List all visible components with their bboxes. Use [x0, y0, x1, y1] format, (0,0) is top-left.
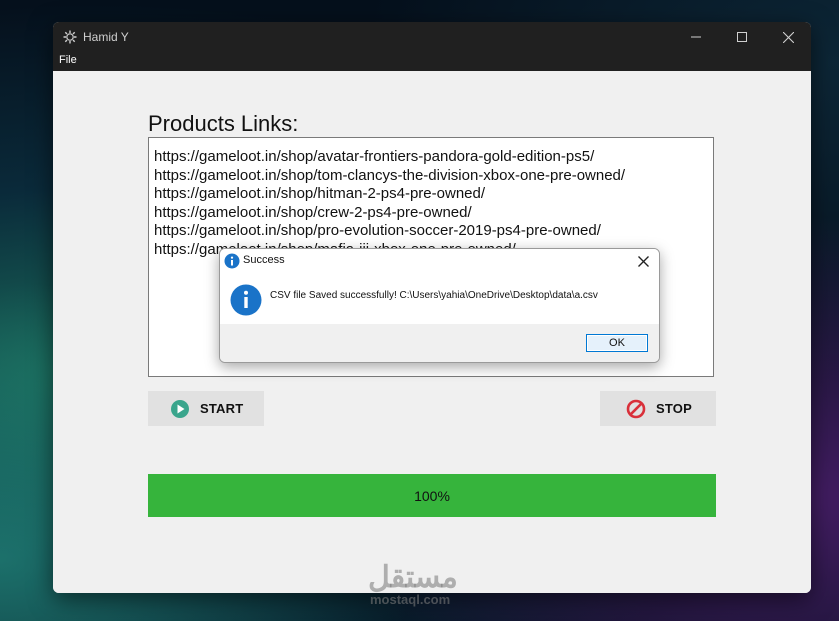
link-line: https://gameloot.in/shop/crew-2-ps4-pre-…	[154, 203, 472, 221]
link-line: https://gameloot.in/shop/tom-clancys-the…	[154, 166, 626, 184]
link-line: https://gameloot.in/shop/hitman-2-ps4-pr…	[154, 185, 486, 202]
stop-button[interactable]: STOP	[600, 391, 716, 426]
minimize-button[interactable]	[673, 22, 719, 52]
maximize-button[interactable]	[719, 22, 765, 52]
start-button-label: START	[200, 401, 244, 416]
link-line: https://gameloot.in/shop/pro-evolution-s…	[154, 222, 601, 239]
minimize-icon	[691, 36, 701, 38]
start-button[interactable]: START	[148, 391, 264, 426]
close-icon	[637, 255, 649, 267]
link-line: https://gameloot.in/shop/avatar-frontier…	[154, 148, 595, 165]
gear-icon	[63, 30, 77, 44]
watermark-logo: مستقل	[368, 561, 458, 594]
close-button[interactable]	[765, 22, 811, 52]
success-dialog: Success CSV file Saved successfully! C:\…	[219, 248, 660, 363]
dialog-message: CSV file Saved successfully! C:\Users\ya…	[270, 290, 598, 301]
dialog-close-button[interactable]	[633, 251, 653, 271]
menu-bar: File	[53, 52, 811, 71]
watermark-text: mostaql.com	[370, 592, 451, 607]
dialog-title: Success	[243, 254, 285, 266]
menu-file[interactable]: File	[59, 54, 77, 66]
play-circle-icon	[171, 399, 189, 418]
info-icon	[230, 284, 262, 316]
close-icon	[782, 31, 794, 43]
progress-bar: 100%	[148, 474, 716, 517]
dialog-title-bar[interactable]: Success	[220, 249, 659, 273]
ok-button[interactable]: OK	[586, 334, 648, 352]
info-icon	[224, 253, 240, 269]
stop-button-label: STOP	[656, 401, 692, 416]
maximize-icon	[737, 32, 747, 42]
progress-label: 100%	[414, 487, 450, 504]
products-links-label: Products Links:	[148, 111, 299, 136]
dialog-footer: OK	[220, 324, 659, 362]
title-bar[interactable]: Hamid Y	[53, 22, 811, 52]
window-title: Hamid Y	[83, 30, 129, 44]
prohibited-icon	[626, 399, 646, 418]
